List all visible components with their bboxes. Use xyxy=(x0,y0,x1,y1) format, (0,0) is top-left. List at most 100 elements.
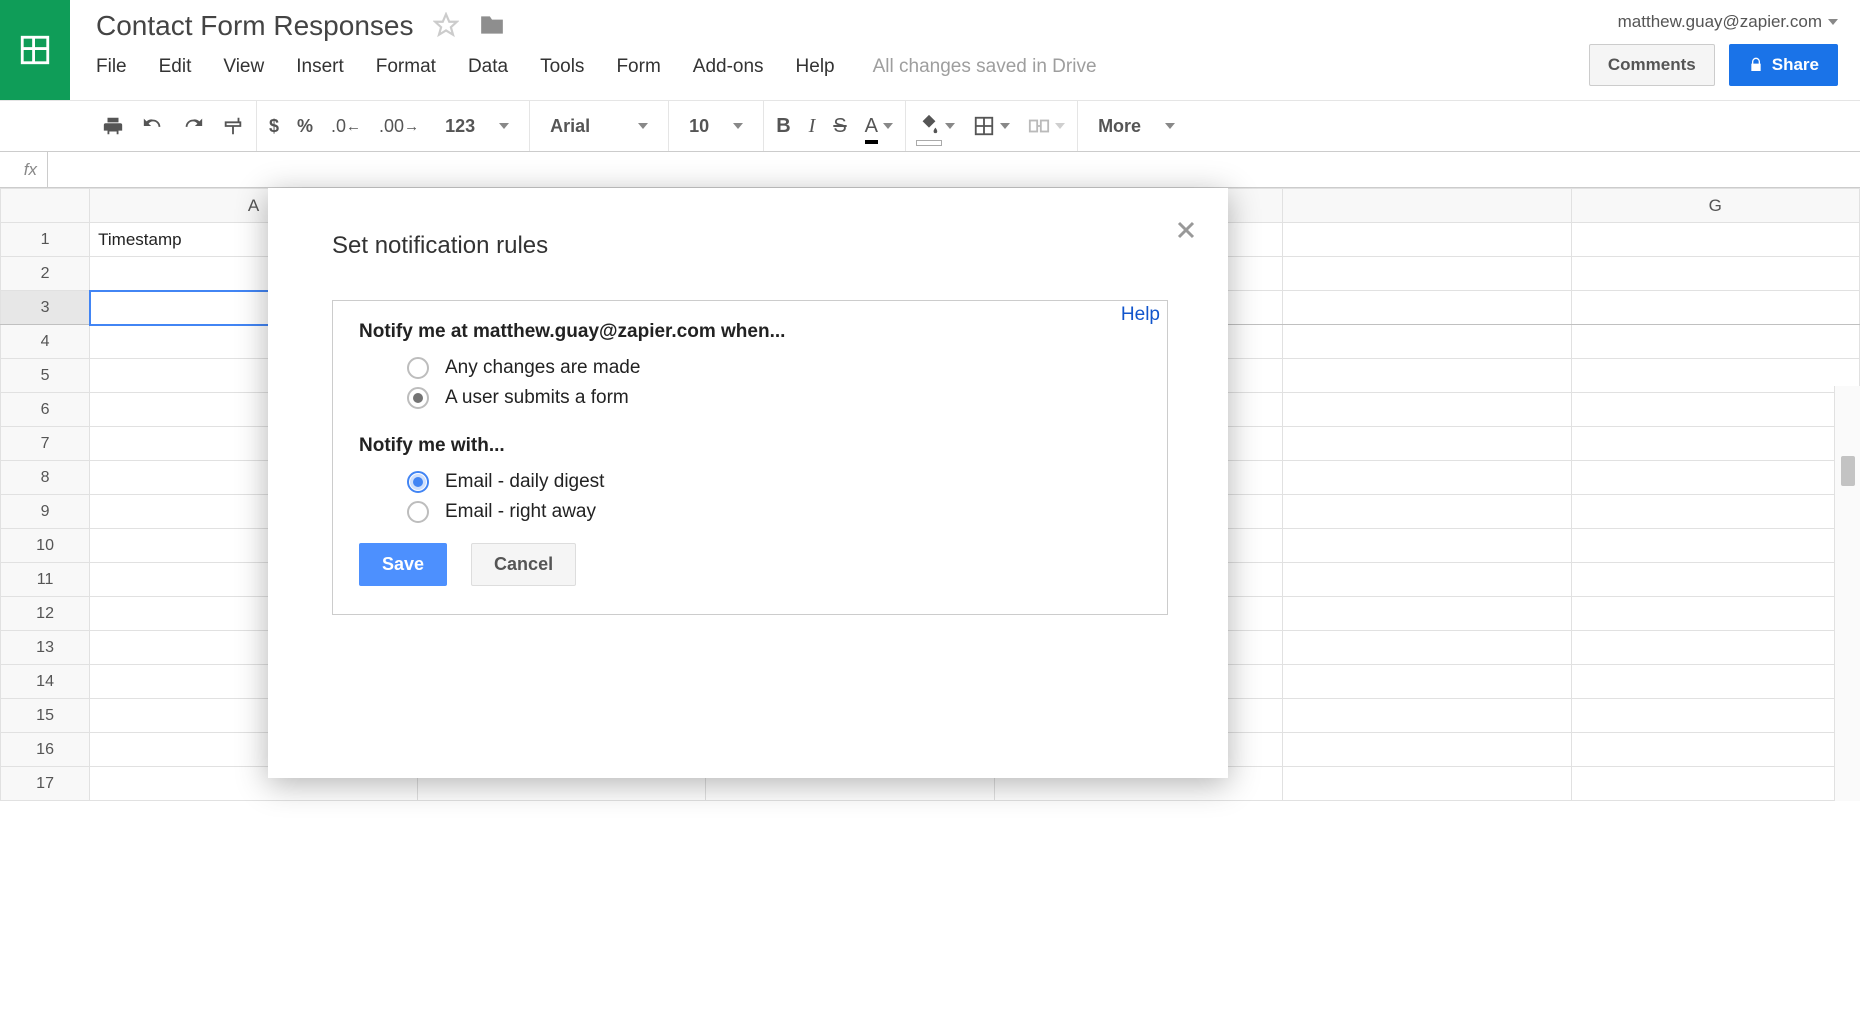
italic-button[interactable]: I xyxy=(809,115,816,138)
redo-icon[interactable] xyxy=(182,115,204,137)
cell[interactable] xyxy=(1283,393,1571,427)
folder-icon[interactable] xyxy=(479,12,505,41)
cell[interactable] xyxy=(1283,427,1571,461)
star-icon[interactable] xyxy=(433,12,459,41)
number-format-select[interactable]: 123 xyxy=(437,116,517,137)
cell[interactable] xyxy=(1283,767,1571,801)
cell[interactable] xyxy=(1283,597,1571,631)
radio-right-away[interactable]: Email - right away xyxy=(407,501,1141,523)
row-header[interactable]: 1 xyxy=(1,223,90,257)
font-size-select[interactable]: 10 xyxy=(681,116,751,137)
cell[interactable] xyxy=(1283,359,1571,393)
row-header[interactable]: 15 xyxy=(1,699,90,733)
row-header[interactable]: 16 xyxy=(1,733,90,767)
cell[interactable] xyxy=(1571,529,1859,563)
menu-format[interactable]: Format xyxy=(360,52,452,82)
scrollbar-thumb[interactable] xyxy=(1841,456,1855,486)
document-title[interactable]: Contact Form Responses xyxy=(96,10,413,42)
share-button[interactable]: Share xyxy=(1729,44,1838,86)
menu-insert[interactable]: Insert xyxy=(280,52,360,82)
menu-form[interactable]: Form xyxy=(600,52,676,82)
column-header[interactable] xyxy=(1283,189,1571,223)
currency-button[interactable]: $ xyxy=(269,116,279,137)
cell[interactable] xyxy=(1571,461,1859,495)
menu-help[interactable]: Help xyxy=(780,52,851,82)
cell[interactable] xyxy=(1283,529,1571,563)
row-header[interactable]: 12 xyxy=(1,597,90,631)
strikethrough-button[interactable]: S xyxy=(833,115,846,138)
more-toolbar-button[interactable]: More xyxy=(1090,116,1183,137)
cell[interactable] xyxy=(1571,359,1859,393)
cell[interactable] xyxy=(1571,325,1859,359)
formula-input[interactable] xyxy=(48,152,1860,187)
cell[interactable] xyxy=(1283,733,1571,767)
cell[interactable] xyxy=(1283,325,1571,359)
select-all-corner[interactable] xyxy=(1,189,90,223)
row-header[interactable]: 4 xyxy=(1,325,90,359)
decrease-decimal-button[interactable]: .0← xyxy=(331,116,361,137)
row-header[interactable]: 17 xyxy=(1,767,90,801)
sheets-logo[interactable] xyxy=(0,0,70,100)
account-menu[interactable]: matthew.guay@zapier.com xyxy=(1618,12,1838,32)
cell[interactable] xyxy=(1283,291,1571,325)
cell[interactable] xyxy=(1571,257,1859,291)
menu-data[interactable]: Data xyxy=(452,52,524,82)
cell[interactable] xyxy=(1571,393,1859,427)
menu-addons[interactable]: Add-ons xyxy=(677,52,780,82)
help-link[interactable]: Help xyxy=(1121,304,1160,326)
percent-button[interactable]: % xyxy=(297,116,313,137)
column-header[interactable]: G xyxy=(1571,189,1859,223)
cell[interactable] xyxy=(1571,495,1859,529)
row-header[interactable]: 10 xyxy=(1,529,90,563)
font-family-select[interactable]: Arial xyxy=(542,116,656,137)
cell[interactable] xyxy=(1283,699,1571,733)
print-icon[interactable] xyxy=(102,115,124,137)
row-header[interactable]: 3 xyxy=(1,291,90,325)
cancel-button[interactable]: Cancel xyxy=(471,543,576,586)
comments-button[interactable]: Comments xyxy=(1589,44,1715,86)
row-header[interactable]: 2 xyxy=(1,257,90,291)
cell[interactable] xyxy=(1283,563,1571,597)
increase-decimal-button[interactable]: .00→ xyxy=(379,116,419,137)
cell[interactable] xyxy=(1571,699,1859,733)
cell[interactable] xyxy=(1283,223,1571,257)
cell[interactable] xyxy=(1283,495,1571,529)
cell[interactable] xyxy=(1571,427,1859,461)
menu-tools[interactable]: Tools xyxy=(524,52,600,82)
bold-button[interactable]: B xyxy=(776,115,790,138)
row-header[interactable]: 11 xyxy=(1,563,90,597)
cell[interactable] xyxy=(1571,665,1859,699)
menu-view[interactable]: View xyxy=(207,52,280,82)
row-header[interactable]: 6 xyxy=(1,393,90,427)
row-header[interactable]: 14 xyxy=(1,665,90,699)
cell[interactable] xyxy=(1571,223,1859,257)
close-button[interactable] xyxy=(1174,218,1198,245)
cell[interactable] xyxy=(1283,631,1571,665)
cell[interactable] xyxy=(1571,597,1859,631)
text-color-button[interactable]: A xyxy=(865,115,893,138)
row-header[interactable]: 13 xyxy=(1,631,90,665)
row-header[interactable]: 7 xyxy=(1,427,90,461)
save-button[interactable]: Save xyxy=(359,543,447,586)
row-header[interactable]: 9 xyxy=(1,495,90,529)
cell[interactable] xyxy=(1571,733,1859,767)
cell[interactable] xyxy=(1283,665,1571,699)
cell[interactable] xyxy=(1571,291,1859,325)
cell[interactable] xyxy=(1571,563,1859,597)
radio-any-changes[interactable]: Any changes are made xyxy=(407,357,1141,379)
menu-file[interactable]: File xyxy=(96,52,143,82)
vertical-scrollbar[interactable] xyxy=(1834,386,1860,801)
cell[interactable] xyxy=(1571,767,1859,801)
borders-button[interactable] xyxy=(973,115,1010,137)
menu-edit[interactable]: Edit xyxy=(143,52,208,82)
paint-format-icon[interactable] xyxy=(222,115,244,137)
radio-daily-digest[interactable]: Email - daily digest xyxy=(407,471,1141,493)
radio-form-submit[interactable]: A user submits a form xyxy=(407,387,1141,409)
cell[interactable] xyxy=(1283,257,1571,291)
row-header[interactable]: 5 xyxy=(1,359,90,393)
merge-cells-button[interactable] xyxy=(1028,115,1065,137)
cell[interactable] xyxy=(1571,631,1859,665)
row-header[interactable]: 8 xyxy=(1,461,90,495)
cell[interactable] xyxy=(1283,461,1571,495)
fill-color-button[interactable] xyxy=(918,113,955,140)
